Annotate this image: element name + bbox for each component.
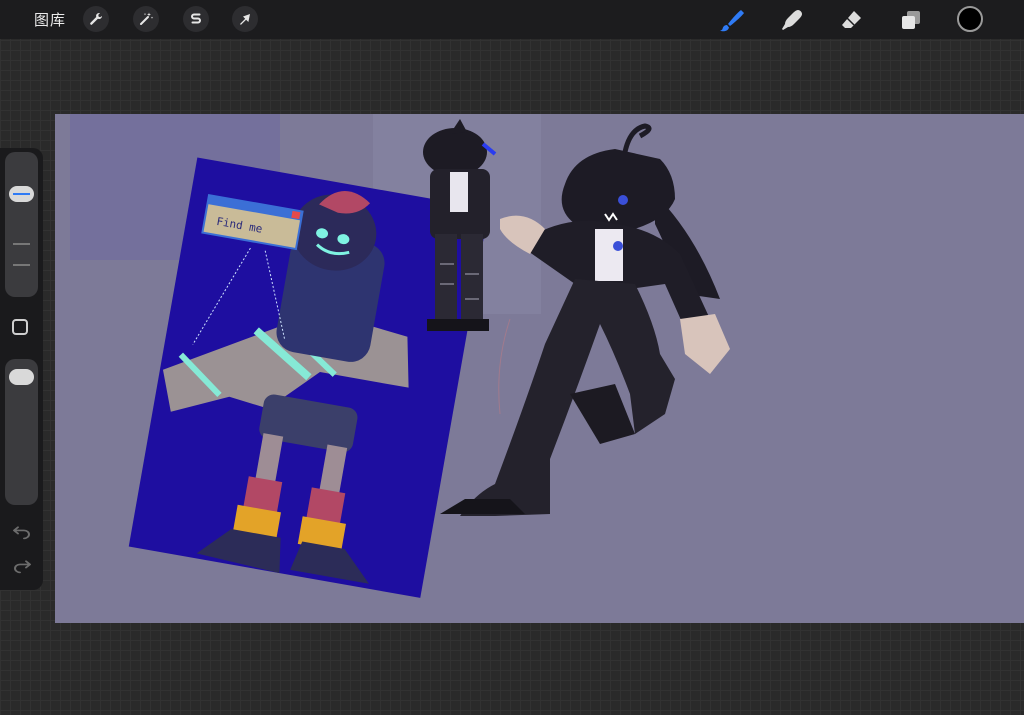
arrow-cursor-icon [240,14,250,25]
magic-wand-icon [140,12,154,25]
layers-icon [902,11,920,29]
selection-button[interactable] [183,6,209,32]
eraser-tool-button[interactable] [837,6,865,34]
artwork: Find me [70,114,730,598]
brush-size-slider[interactable] [5,152,38,297]
redo-icon[interactable] [12,558,32,576]
modify-button[interactable] [12,319,28,335]
wrench-icon [90,12,103,25]
adjustments-button[interactable] [133,6,159,32]
actions-button[interactable] [83,6,109,32]
smudge-finger-icon [782,10,802,30]
brush-size-knob[interactable] [9,186,34,203]
top-toolbar: 图库 [0,0,1024,39]
gallery-button[interactable]: 图库 [34,9,66,30]
opacity-slider[interactable] [5,359,38,505]
layers-button[interactable] [897,6,925,34]
eraser-icon [842,11,861,28]
drawing-canvas[interactable]: Find me [55,114,1024,623]
opacity-knob[interactable] [9,369,34,386]
smudge-tool-button[interactable] [777,6,805,34]
size-tick [13,243,30,245]
brush-tool-button[interactable] [717,6,745,34]
size-tick [13,264,30,266]
undo-icon[interactable] [12,524,32,542]
selection-s-icon [191,13,201,24]
color-swatch[interactable] [957,6,983,32]
left-sidebar [0,148,43,590]
transform-button[interactable] [232,6,258,32]
brush-icon [720,10,744,32]
